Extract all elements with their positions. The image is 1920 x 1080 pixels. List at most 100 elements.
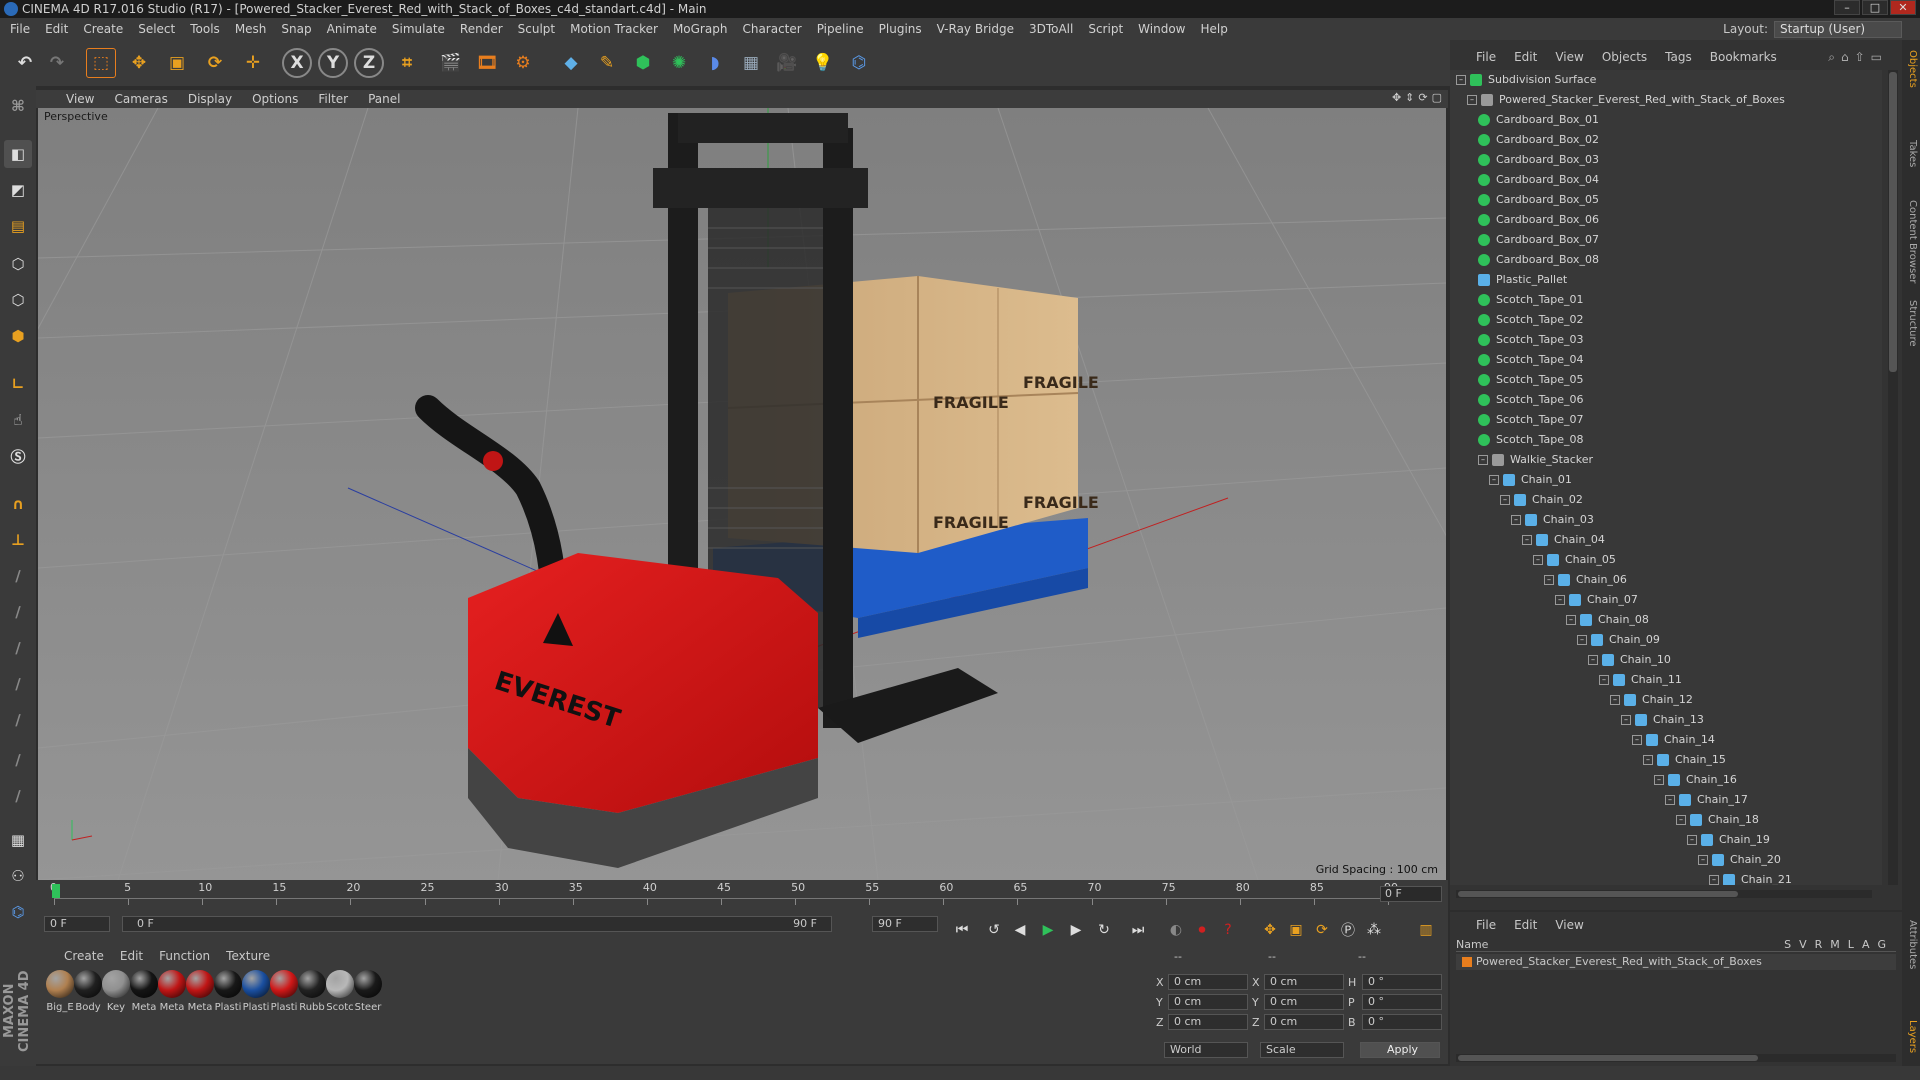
- menu-mograph[interactable]: MoGraph: [673, 22, 728, 36]
- minimize-button[interactable]: –: [1834, 0, 1860, 15]
- expand-toggle-icon[interactable]: –: [1588, 655, 1598, 665]
- object-tree-item[interactable]: Scotch_Tape_02: [1478, 310, 1583, 330]
- object-tree-item[interactable]: Cardboard_Box_04: [1478, 170, 1599, 190]
- previous-frame-icon[interactable]: ◀: [1008, 919, 1032, 941]
- coord-position-field[interactable]: 0 cm: [1168, 1014, 1248, 1030]
- y-axis-toggle[interactable]: Y: [318, 48, 348, 78]
- menu-select[interactable]: Select: [138, 22, 175, 36]
- expand-toggle-icon[interactable]: –: [1478, 455, 1488, 465]
- python-script-icon[interactable]: ⌬: [4, 898, 32, 926]
- workplane-lock-icon[interactable]: ⊥: [4, 526, 32, 554]
- sculpt-mask-icon[interactable]: ∕: [4, 782, 32, 810]
- array-icon[interactable]: ✺: [664, 48, 694, 78]
- up-arrow-icon[interactable]: ⇧: [1855, 50, 1865, 65]
- object-menu-edit[interactable]: Edit: [1514, 50, 1537, 64]
- menu-v-ray-bridge[interactable]: V-Ray Bridge: [937, 22, 1014, 36]
- coord-size-field[interactable]: 0 cm: [1264, 1014, 1344, 1030]
- workplane-icon[interactable]: ▤: [4, 212, 32, 240]
- coordinate-mode-dropdown[interactable]: Scale: [1260, 1042, 1344, 1058]
- object-tree-horizontal-scrollbar[interactable]: [1456, 890, 1872, 898]
- go-to-start-icon[interactable]: ⏮: [950, 919, 974, 941]
- expand-toggle-icon[interactable]: –: [1610, 695, 1620, 705]
- expand-toggle-icon[interactable]: –: [1676, 815, 1686, 825]
- coord-size-field[interactable]: 0 cm: [1264, 974, 1344, 990]
- expand-toggle-icon[interactable]: –: [1467, 95, 1477, 105]
- points-mode-icon[interactable]: ⬡: [4, 250, 32, 278]
- viewport-menu-options[interactable]: Options: [252, 92, 298, 106]
- key-position-icon[interactable]: ✥: [1258, 919, 1282, 941]
- object-tree-item[interactable]: – Chain_01: [1489, 470, 1572, 490]
- edges-mode-icon[interactable]: ⬡: [4, 286, 32, 314]
- object-tree-item[interactable]: – Chain_07: [1555, 590, 1638, 610]
- next-key-icon[interactable]: ↻: [1092, 919, 1116, 941]
- object-tree-item[interactable]: Plastic_Pallet: [1478, 270, 1567, 290]
- end-frame-field[interactable]: 90 F: [872, 916, 938, 932]
- autokey-icon[interactable]: ⏺: [1190, 919, 1214, 941]
- z-axis-toggle[interactable]: Z: [354, 48, 384, 78]
- object-menu-tags[interactable]: Tags: [1665, 50, 1692, 64]
- menu-file[interactable]: File: [10, 22, 30, 36]
- object-tree-item[interactable]: – Chain_21: [1709, 870, 1792, 885]
- layer-color-swatch[interactable]: [1462, 957, 1472, 967]
- menu-script[interactable]: Script: [1088, 22, 1123, 36]
- subdivision-surface-icon[interactable]: ⬢: [628, 48, 658, 78]
- object-menu-objects[interactable]: Objects: [1602, 50, 1647, 64]
- expand-toggle-icon[interactable]: –: [1555, 595, 1565, 605]
- viewport-menu-filter[interactable]: Filter: [318, 92, 348, 106]
- object-tree-item[interactable]: Cardboard_Box_02: [1478, 130, 1599, 150]
- material-menu-edit[interactable]: Edit: [120, 949, 143, 963]
- close-button[interactable]: ✕: [1890, 0, 1916, 15]
- redo-icon[interactable]: ↷: [42, 48, 72, 78]
- rotate-icon[interactable]: ⟳: [200, 48, 230, 78]
- menu-render[interactable]: Render: [460, 22, 503, 36]
- axis-mode-icon[interactable]: ∟: [4, 370, 32, 398]
- material-menu-function[interactable]: Function: [159, 949, 210, 963]
- keyframe-selection-icon[interactable]: ?: [1216, 919, 1240, 941]
- key-rotation-icon[interactable]: ⟳: [1310, 919, 1334, 941]
- coord-rotation-field[interactable]: 0 °: [1362, 994, 1442, 1010]
- side-tab-structure[interactable]: Structure: [1904, 300, 1918, 347]
- expand-toggle-icon[interactable]: –: [1566, 615, 1576, 625]
- key-parameter-icon[interactable]: Ⓟ: [1336, 919, 1360, 941]
- deformer-icon[interactable]: ◗: [700, 48, 730, 78]
- material-menu-create[interactable]: Create: [64, 949, 104, 963]
- object-tree-item[interactable]: – Chain_08: [1566, 610, 1649, 630]
- coord-position-field[interactable]: 0 cm: [1168, 994, 1248, 1010]
- object-tree-item[interactable]: – Chain_04: [1522, 530, 1605, 550]
- viewport-menu-view[interactable]: View: [66, 92, 94, 106]
- floor-icon[interactable]: ▦: [736, 48, 766, 78]
- object-tree-item[interactable]: – Chain_05: [1533, 550, 1616, 570]
- object-tree-item[interactable]: – Chain_02: [1500, 490, 1583, 510]
- layer-row[interactable]: Powered_Stacker_Everest_Red_with_Stack_o…: [1456, 954, 1896, 970]
- sculpt-knife-icon[interactable]: ∕: [4, 746, 32, 774]
- light-icon[interactable]: 💡: [808, 48, 838, 78]
- object-tree-item[interactable]: Scotch_Tape_04: [1478, 350, 1583, 370]
- layer-menu-view[interactable]: View: [1555, 918, 1583, 932]
- object-tree-item[interactable]: – Chain_19: [1687, 830, 1770, 850]
- rotate-view-icon[interactable]: ⟳: [1418, 91, 1427, 104]
- object-tree-item[interactable]: – Chain_17: [1665, 790, 1748, 810]
- apply-button[interactable]: Apply: [1360, 1042, 1440, 1058]
- expand-toggle-icon[interactable]: –: [1533, 555, 1543, 565]
- object-tree-item[interactable]: Scotch_Tape_07: [1478, 410, 1583, 430]
- layer-menu-edit[interactable]: Edit: [1514, 918, 1537, 932]
- sculpt-inflate-icon[interactable]: ∕: [4, 706, 32, 734]
- expand-toggle-icon[interactable]: –: [1687, 835, 1697, 845]
- object-tree-item[interactable]: Cardboard_Box_03: [1478, 150, 1599, 170]
- sculpt-smooth-icon[interactable]: ∕: [4, 634, 32, 662]
- menu-edit[interactable]: Edit: [45, 22, 68, 36]
- menu-mesh[interactable]: Mesh: [235, 22, 267, 36]
- key-scale-icon[interactable]: ▣: [1284, 919, 1308, 941]
- expand-toggle-icon[interactable]: –: [1522, 535, 1532, 545]
- material-swatch[interactable]: Steer: [352, 970, 384, 1013]
- magnet-icon[interactable]: ∩: [4, 490, 32, 518]
- stereo-icon[interactable]: ⚇: [4, 862, 32, 890]
- expand-toggle-icon[interactable]: –: [1577, 635, 1587, 645]
- playhead-marker[interactable]: [52, 884, 60, 898]
- expand-toggle-icon[interactable]: –: [1500, 495, 1510, 505]
- object-tree-item[interactable]: – Chain_15: [1643, 750, 1726, 770]
- object-tree-item[interactable]: – Powered_Stacker_Everest_Red_with_Stack_…: [1467, 90, 1785, 110]
- side-tab-content-browser[interactable]: Content Browser: [1904, 200, 1918, 283]
- menu-character[interactable]: Character: [742, 22, 801, 36]
- viewport-menu-display[interactable]: Display: [188, 92, 232, 106]
